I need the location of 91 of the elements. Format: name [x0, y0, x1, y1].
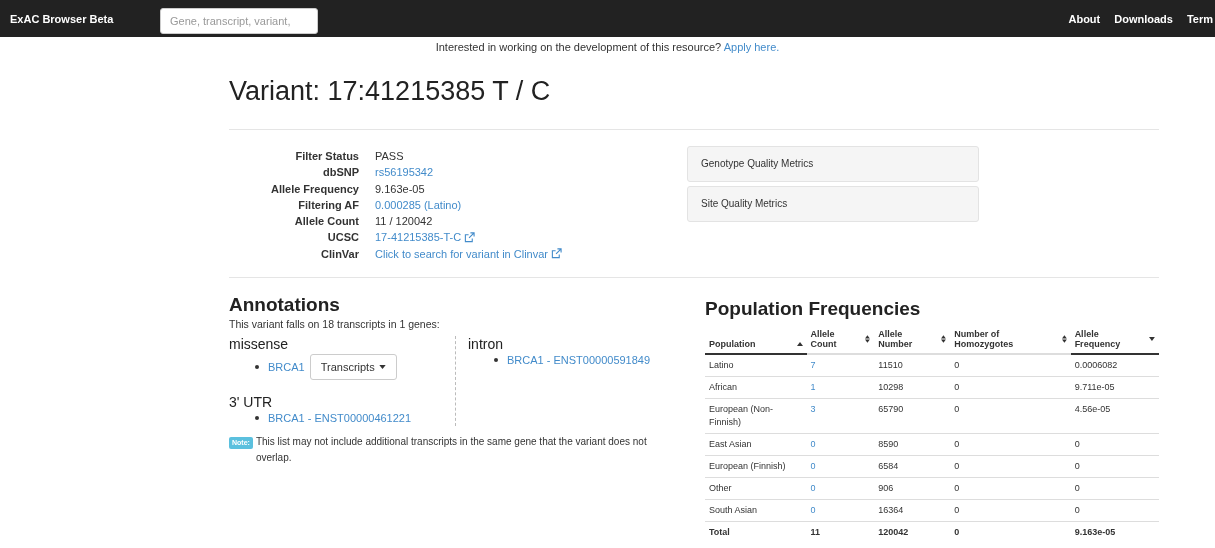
detail-label: Allele Count	[293, 214, 359, 230]
external-link-icon	[464, 232, 476, 244]
table-cell: African	[709, 382, 737, 392]
table-cell: 16364	[878, 505, 904, 515]
table-link[interactable]: 3	[810, 404, 816, 414]
transcripts-dropdown[interactable]: Transcripts	[309, 354, 397, 380]
table-cell: 0	[954, 483, 960, 493]
table-cell: East Asian	[709, 439, 752, 449]
detail-value: 9.163e-05	[375, 181, 425, 197]
section-heading: Annotations	[229, 294, 341, 317]
table-cell: European (Non-Finnish)	[709, 404, 774, 427]
detail-label: Filter Status	[294, 149, 359, 164]
table-cell: 65790	[878, 404, 904, 414]
detail-value: 11 / 120042	[375, 214, 433, 230]
table-cell: Other	[709, 483, 732, 493]
column-header[interactable]: Population	[705, 327, 807, 354]
transcript-link[interactable]: BRCA1 - ENST00000591849	[507, 354, 651, 366]
column-header[interactable]: Allele Count	[806, 327, 875, 354]
consequence-heading: intron	[468, 336, 505, 354]
detail-label: dbSNP	[321, 165, 359, 181]
table-cell: South Asian	[709, 505, 758, 515]
nav-link[interactable]: Downloads	[1114, 12, 1173, 25]
table-cell: 9.711e-05	[1074, 382, 1115, 392]
table-cell: 8590	[878, 439, 899, 449]
column-header[interactable]: Allele Number	[874, 327, 951, 354]
column-header[interactable]: Number of Homozygotes	[950, 327, 1071, 354]
transcript-link[interactable]: BRCA1 - ENST00000461221	[268, 412, 412, 424]
table-cell: 0	[954, 404, 960, 414]
sort-descending-icon	[1149, 337, 1155, 341]
summary-text: This variant falls on 18 transcripts in 1 genes:	[229, 318, 441, 330]
table-link[interactable]: 0	[810, 461, 816, 471]
table-cell: European (Finnish)	[709, 461, 786, 471]
detail-label: Filtering AF	[297, 197, 359, 213]
consequence-heading: 3' UTR	[229, 394, 274, 412]
external-link-icon	[551, 248, 562, 260]
external-link[interactable]: Click to search for variant in Clinvar	[375, 245, 562, 263]
table-link[interactable]: 0	[810, 483, 816, 493]
detail-link[interactable]: 0.000285 (Latino)	[375, 196, 462, 214]
total-cell: 120042	[878, 527, 909, 537]
caret-icon	[378, 365, 386, 369]
external-link[interactable]: 17-41215385-T-C	[375, 229, 476, 246]
table-cell: 0	[1074, 505, 1080, 515]
nav-link[interactable]: About	[1068, 12, 1101, 25]
table-cell: Latino	[709, 360, 734, 370]
total-cell: 0	[954, 527, 960, 537]
sort-ascending-icon	[796, 342, 803, 346]
sort-icon	[865, 335, 871, 343]
table-cell: 0	[954, 439, 960, 449]
transcript-link[interactable]: BRCA1	[268, 361, 305, 373]
detail-label: UCSC	[326, 230, 359, 246]
section-heading: Population Frequencies	[705, 298, 922, 321]
brand-link[interactable]: ExAC Browser Beta	[10, 12, 160, 25]
table-cell: 11510	[878, 360, 903, 370]
detail-label: ClinVar	[320, 246, 359, 262]
table-link[interactable]: 0	[810, 505, 816, 515]
detail-link[interactable]: rs56195342	[375, 164, 434, 181]
table-link[interactable]: 0	[810, 439, 816, 449]
table-cell: 6584	[878, 461, 899, 471]
table-cell: 906	[878, 483, 894, 493]
detail-value: PASS	[375, 149, 404, 164]
total-cell: Total	[709, 527, 730, 537]
table-cell: 4.56e-05	[1074, 404, 1111, 414]
table-cell: 0	[954, 382, 960, 392]
table-cell: 0	[954, 360, 960, 370]
nav-link[interactable]: Term	[1186, 12, 1213, 25]
metrics-panel[interactable]: Genotype Quality Metrics	[687, 146, 979, 182]
sort-icon	[1061, 335, 1067, 343]
search-field[interactable]: Gene, transcript, variant,	[160, 7, 318, 34]
metrics-panel[interactable]: Site Quality Metrics	[687, 186, 979, 222]
bullet-icon	[255, 416, 259, 420]
page-title: Variant: 17:41215385 T / C	[229, 76, 552, 108]
table-cell: 0	[954, 505, 960, 515]
bullet-icon	[255, 365, 259, 369]
apply-link[interactable]: Apply here.	[723, 41, 780, 53]
table-link[interactable]: 7	[810, 360, 816, 370]
table-cell: 10298	[878, 382, 904, 392]
table-cell: 0	[954, 461, 960, 471]
total-cell: 9.163e-05	[1074, 527, 1116, 537]
note-text: This list may not include additional transcripts in the same gene that the variant does not overlap.	[255, 435, 648, 465]
table-cell: 0	[1074, 439, 1080, 449]
detail-label: Allele Frequency	[269, 181, 359, 197]
bullet-icon	[494, 358, 498, 362]
table-link[interactable]: 1	[810, 382, 816, 392]
consequence-heading: missense	[229, 336, 290, 354]
table-cell: 0	[1074, 483, 1080, 493]
table-cell: 0.0006082	[1074, 360, 1118, 370]
table-cell: 0	[1074, 461, 1080, 471]
banner-text: Interested in working on the development of this resource? Apply here.	[435, 41, 780, 53]
total-cell: 11	[810, 527, 821, 537]
sort-icon	[941, 335, 947, 343]
column-header[interactable]: Allele Frequency	[1070, 327, 1159, 354]
